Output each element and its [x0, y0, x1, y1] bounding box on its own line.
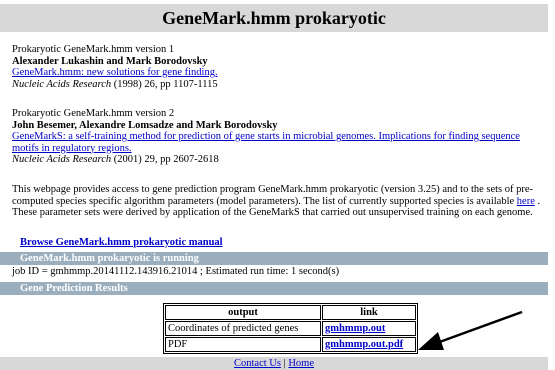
table-header-row: output link — [165, 305, 416, 320]
column-header-output: output — [165, 305, 321, 320]
footer-separator: | — [283, 358, 286, 369]
reference-version: Prokaryotic GeneMark.hmm version 1 — [12, 44, 175, 55]
reference-version: Prokaryotic GeneMark.hmm version 2 — [12, 108, 175, 119]
description-paragraph: This webpage provides access to gene pre… — [12, 184, 547, 219]
results-bar-text: Gene Prediction Results — [20, 283, 128, 294]
reference-link[interactable]: GeneMark.hmm: new solutions for gene fin… — [12, 67, 218, 78]
citation-details: (2001) 29, pp 2607-2618 — [111, 154, 219, 165]
reference-citation: Nucleic Acids Research (1998) 26, pp 110… — [12, 79, 547, 91]
output-cell: PDF — [165, 337, 321, 352]
footer: Contact Us | Home — [0, 357, 548, 370]
table-row: PDF gmhmmp.out.pdf — [165, 337, 416, 352]
status-bar-text: GeneMark.hmm prokaryotic is running — [20, 253, 199, 264]
home-link[interactable]: Home — [288, 358, 314, 369]
reference-authors: John Besemer, Alexandre Lomsadze and Mar… — [12, 119, 278, 131]
reference-2: Prokaryotic GeneMark.hmm version 2 John … — [12, 108, 547, 166]
contact-us-link[interactable]: Contact Us — [234, 358, 281, 369]
results-table: output link Coordinates of predicted gen… — [163, 303, 418, 354]
output-cell: Coordinates of predicted genes — [165, 321, 321, 336]
reference-1: Prokaryotic GeneMark.hmm version 1 Alexa… — [12, 44, 547, 90]
journal-name: Nucleic Acids Research — [12, 154, 112, 165]
journal-name: Nucleic Acids Research — [12, 78, 112, 90]
reference-citation: Nucleic Acids Research (2001) 29, pp 260… — [12, 154, 547, 166]
link-cell: gmhmmp.out — [322, 321, 416, 336]
citation-details: (1998) 26, pp 1107-1115 — [111, 78, 218, 90]
result-pdf-link[interactable]: gmhmmp.out.pdf — [325, 339, 403, 350]
results-bar: Gene Prediction Results — [0, 282, 548, 295]
description-text-before: This webpage provides access to gene pre… — [12, 184, 534, 207]
status-bar: GeneMark.hmm prokaryotic is running — [0, 252, 548, 265]
annotation-arrow-icon — [418, 310, 523, 350]
reference-link[interactable]: GeneMarkS: a self-training method for pr… — [12, 131, 520, 154]
manual-section: Browse GeneMark.hmm prokaryotic manual — [20, 237, 223, 248]
job-status-line: job ID = gmhmmp.20141112.143916.21014 ; … — [12, 266, 340, 277]
table-row: Coordinates of predicted genes gmhmmp.ou… — [165, 321, 416, 336]
page-title: GeneMark.hmm prokaryotic — [0, 4, 548, 32]
manual-link[interactable]: Browse GeneMark.hmm prokaryotic manual — [20, 237, 223, 248]
species-list-link[interactable]: here — [517, 196, 535, 207]
link-cell: gmhmmp.out.pdf — [322, 337, 416, 352]
column-header-link: link — [322, 305, 416, 320]
reference-authors: Alexander Lukashin and Mark Borodovsky — [12, 55, 208, 67]
result-file-link[interactable]: gmhmmp.out — [325, 323, 385, 334]
